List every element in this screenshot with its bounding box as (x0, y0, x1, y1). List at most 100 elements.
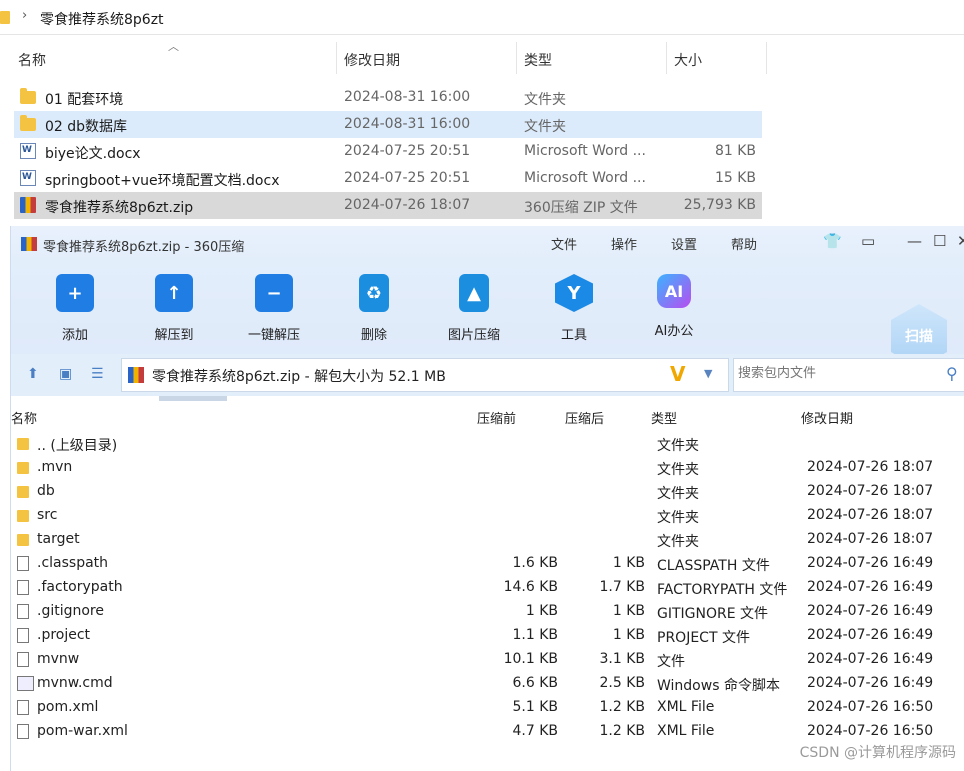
archive-row[interactable]: .. (上级目录) 文件夹 (11, 432, 964, 456)
entry-type: XML File (657, 699, 715, 715)
delete-button[interactable]: ♻ 删除 (329, 268, 419, 348)
chevron-right-icon[interactable]: › (22, 8, 27, 23)
file-size: 15 KB (714, 170, 756, 186)
entry-size-before: 6.6 KB (512, 675, 559, 691)
word-doc-icon (20, 143, 36, 159)
entry-date: 2024-07-26 18:07 (807, 507, 934, 523)
file-row[interactable]: biye论文.docx 2024-07-25 20:51 Microsoft W… (14, 138, 762, 165)
file-date: 2024-07-25 20:51 (344, 170, 471, 186)
entry-date: 2024-07-26 16:49 (807, 651, 934, 667)
archive-row[interactable]: mvnw 10.1 KB 3.1 KB 文件 2024-07-26 16:49 (11, 648, 964, 672)
maximize-icon[interactable]: ☐ (933, 232, 946, 250)
breadcrumb[interactable]: 零食推荐系统8p6zt (40, 9, 164, 29)
archive-row[interactable]: mvnw.cmd 6.6 KB 2.5 KB Windows 命令脚本 2024… (11, 672, 964, 696)
file-row[interactable]: springboot+vue环境配置文档.docx 2024-07-25 20:… (14, 165, 762, 192)
up-arrow-icon[interactable]: ⬆ (27, 366, 39, 382)
skin-icon[interactable]: 👕 (823, 232, 842, 250)
script-file-icon (17, 676, 34, 691)
tools-icon: Y (555, 274, 593, 312)
file-type: Microsoft Word ... (524, 143, 646, 159)
ai-office-button[interactable]: AI AI办公 (629, 268, 719, 348)
column-type[interactable]: 类型 (524, 50, 552, 70)
column-before[interactable]: 压缩前 (477, 408, 516, 427)
entry-type: 文件 (657, 654, 685, 670)
archive-row[interactable]: pom.xml 5.1 KB 1.2 KB XML File 2024-07-2… (11, 696, 964, 720)
column-divider[interactable] (766, 42, 767, 74)
title-bar[interactable]: 零食推荐系统8p6zt.zip - 360压缩 文件 操作 设置 帮助 👕 ▭ … (11, 226, 964, 260)
chevron-down-icon[interactable]: ▼ (704, 367, 712, 380)
file-icon (17, 580, 29, 595)
tool-label: 删除 (360, 328, 387, 343)
search-icon[interactable]: ⚲ (946, 364, 958, 383)
close-icon[interactable]: ✕ (957, 232, 964, 250)
search-box[interactable]: ⚲ (733, 358, 964, 392)
one-click-extract-button[interactable]: − 一键解压 (229, 268, 319, 348)
feedback-icon[interactable]: ▭ (861, 232, 875, 250)
folder-icon (17, 438, 29, 450)
horizontal-scrollbar[interactable] (159, 396, 227, 401)
column-name[interactable]: 名称 (18, 50, 46, 70)
column-date[interactable]: 修改日期 (344, 50, 400, 70)
file-icon (17, 724, 29, 739)
column-divider[interactable] (336, 42, 337, 74)
tools-button[interactable]: Y 工具 (529, 268, 619, 348)
entry-size-before: 1.6 KB (512, 555, 559, 571)
address-bar-row: ⬆ ▣ ☰ 零食推荐系统8p6zt.zip - 解包大小为 52.1 MB V … (11, 354, 964, 396)
archive-row[interactable]: .classpath 1.6 KB 1 KB CLASSPATH 文件 2024… (11, 552, 964, 576)
file-type: Microsoft Word ... (524, 170, 646, 186)
file-icon (17, 556, 29, 571)
column-divider[interactable] (666, 42, 667, 74)
entry-size-before: 10.1 KB (503, 651, 558, 667)
folder-icon (17, 462, 29, 474)
column-date[interactable]: 修改日期 (801, 408, 853, 427)
file-row[interactable]: 02 db数据库 2024-08-31 16:00 文件夹 (14, 111, 762, 138)
archive-row[interactable]: .factorypath 14.6 KB 1.7 KB FACTORYPATH … (11, 576, 964, 600)
extract-to-button[interactable]: ↑ 解压到 (129, 268, 219, 348)
delete-icon: ♻ (359, 274, 389, 312)
entry-name: pom.xml (37, 699, 99, 715)
archive-row[interactable]: .project 1.1 KB 1 KB PROJECT 文件 2024-07-… (11, 624, 964, 648)
column-after[interactable]: 压缩后 (565, 408, 604, 427)
menu-operation[interactable]: 操作 (611, 234, 637, 253)
folder-icon (20, 88, 36, 104)
archive-row[interactable]: db 文件夹 2024-07-26 18:07 (11, 480, 964, 504)
add-button[interactable]: + 添加 (30, 268, 120, 348)
archive-row[interactable]: src 文件夹 2024-07-26 18:07 (11, 504, 964, 528)
entry-date: 2024-07-26 18:07 (807, 483, 934, 499)
file-date: 2024-07-26 18:07 (344, 197, 471, 213)
file-name: 零食推荐系统8p6zt.zip (45, 200, 194, 216)
explorer-address-bar[interactable]: › 零食推荐系统8p6zt (0, 0, 964, 35)
file-row-selected[interactable]: 零食推荐系统8p6zt.zip 2024-07-26 18:07 360压缩 Z… (14, 192, 762, 219)
archive-row[interactable]: target 文件夹 2024-07-26 18:07 (11, 528, 964, 552)
menu-settings[interactable]: 设置 (671, 234, 697, 253)
column-divider[interactable] (516, 42, 517, 74)
archive-column-header: 名称 压缩前 压缩后 类型 修改日期 (11, 406, 964, 428)
entry-type: 文件夹 (657, 510, 699, 526)
column-name[interactable]: 名称 (11, 408, 37, 427)
column-size[interactable]: 大小 (674, 50, 702, 70)
view-list-icon[interactable]: ☰ (91, 366, 104, 382)
image-compress-button[interactable]: ▲ 图片压缩 (429, 268, 519, 348)
archive-row[interactable]: .gitignore 1 KB 1 KB GITIGNORE 文件 2024-0… (11, 600, 964, 624)
view-thumbnail-icon[interactable]: ▣ (59, 366, 72, 382)
entry-type: Windows 命令脚本 (657, 678, 780, 694)
archive-row[interactable]: .mvn 文件夹 2024-07-26 18:07 (11, 456, 964, 480)
archive-row[interactable]: pom-war.xml 4.7 KB 1.2 KB XML File 2024-… (11, 720, 964, 744)
file-row[interactable]: 01 配套环境 2024-08-31 16:00 文件夹 (14, 84, 762, 111)
tool-label: 图片压缩 (447, 328, 500, 343)
entry-name: mvnw.cmd (37, 675, 113, 691)
menu-file[interactable]: 文件 (551, 234, 577, 253)
entry-type: XML File (657, 723, 715, 739)
column-type[interactable]: 类型 (651, 408, 677, 427)
explorer-column-header: ︿ 名称 修改日期 类型 大小 (0, 40, 770, 76)
archive-address-box[interactable]: 零食推荐系统8p6zt.zip - 解包大小为 52.1 MB V ▼ (121, 358, 729, 392)
folder-icon (17, 486, 29, 498)
minimize-icon[interactable]: — (907, 232, 922, 250)
file-type: 360压缩 ZIP 文件 (524, 200, 638, 216)
v-logo-icon[interactable]: V (670, 362, 685, 386)
search-input[interactable] (736, 365, 940, 382)
ai-office-icon: AI (657, 274, 691, 308)
entry-size-before: 4.7 KB (512, 723, 559, 739)
entry-name: db (37, 483, 55, 499)
menu-help[interactable]: 帮助 (731, 234, 757, 253)
